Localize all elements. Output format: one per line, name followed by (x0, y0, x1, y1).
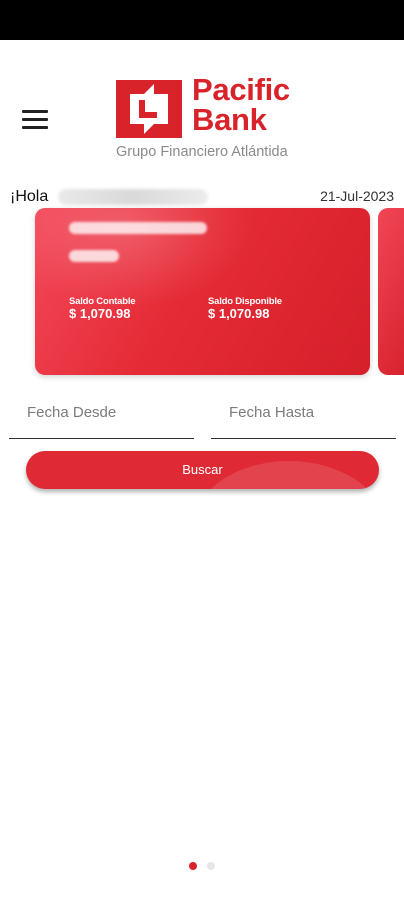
saldo-disponible-value: $ 1,070.98 (208, 306, 270, 321)
redacted-account-name (69, 222, 207, 234)
saldo-disponible-label: Saldo Disponible (208, 296, 282, 307)
fecha-desde-input[interactable] (9, 392, 194, 432)
status-bar (0, 0, 404, 40)
page-indicator-active (189, 862, 197, 870)
fecha-hasta-field[interactable] (211, 392, 396, 439)
saldo-contable-value: $ 1,070.98 (69, 306, 131, 321)
saldo-contable: Saldo Contable $ 1,070.98 (69, 296, 136, 321)
account-card[interactable]: Saldo Contable $ 1,070.98 Saldo Disponib… (35, 208, 370, 375)
logo-subtitle: Grupo Financiero Atlántida (116, 144, 288, 160)
fecha-hasta-input[interactable] (211, 392, 396, 432)
current-date: 21-Jul-2023 (320, 188, 394, 204)
logo-word-bank: Bank (192, 102, 267, 137)
search-button-label: Buscar (182, 462, 223, 477)
redacted-account-number (69, 250, 119, 262)
saldo-contable-label: Saldo Contable (69, 296, 136, 307)
pacific-bank-logo: Pacific Bank Grupo Financiero Atlántida (112, 74, 312, 164)
redacted-user-name (58, 189, 208, 205)
next-account-card[interactable] (378, 208, 404, 375)
saldo-disponible: Saldo Disponible $ 1,070.98 (208, 296, 282, 321)
page-indicator-inactive (207, 862, 215, 870)
search-button[interactable]: Buscar (26, 451, 379, 489)
greeting-text: ¡Hola (10, 188, 49, 205)
fecha-desde-field[interactable] (9, 392, 194, 439)
hamburger-menu-icon[interactable] (22, 108, 50, 132)
bank-logo-mark-icon (116, 80, 182, 138)
